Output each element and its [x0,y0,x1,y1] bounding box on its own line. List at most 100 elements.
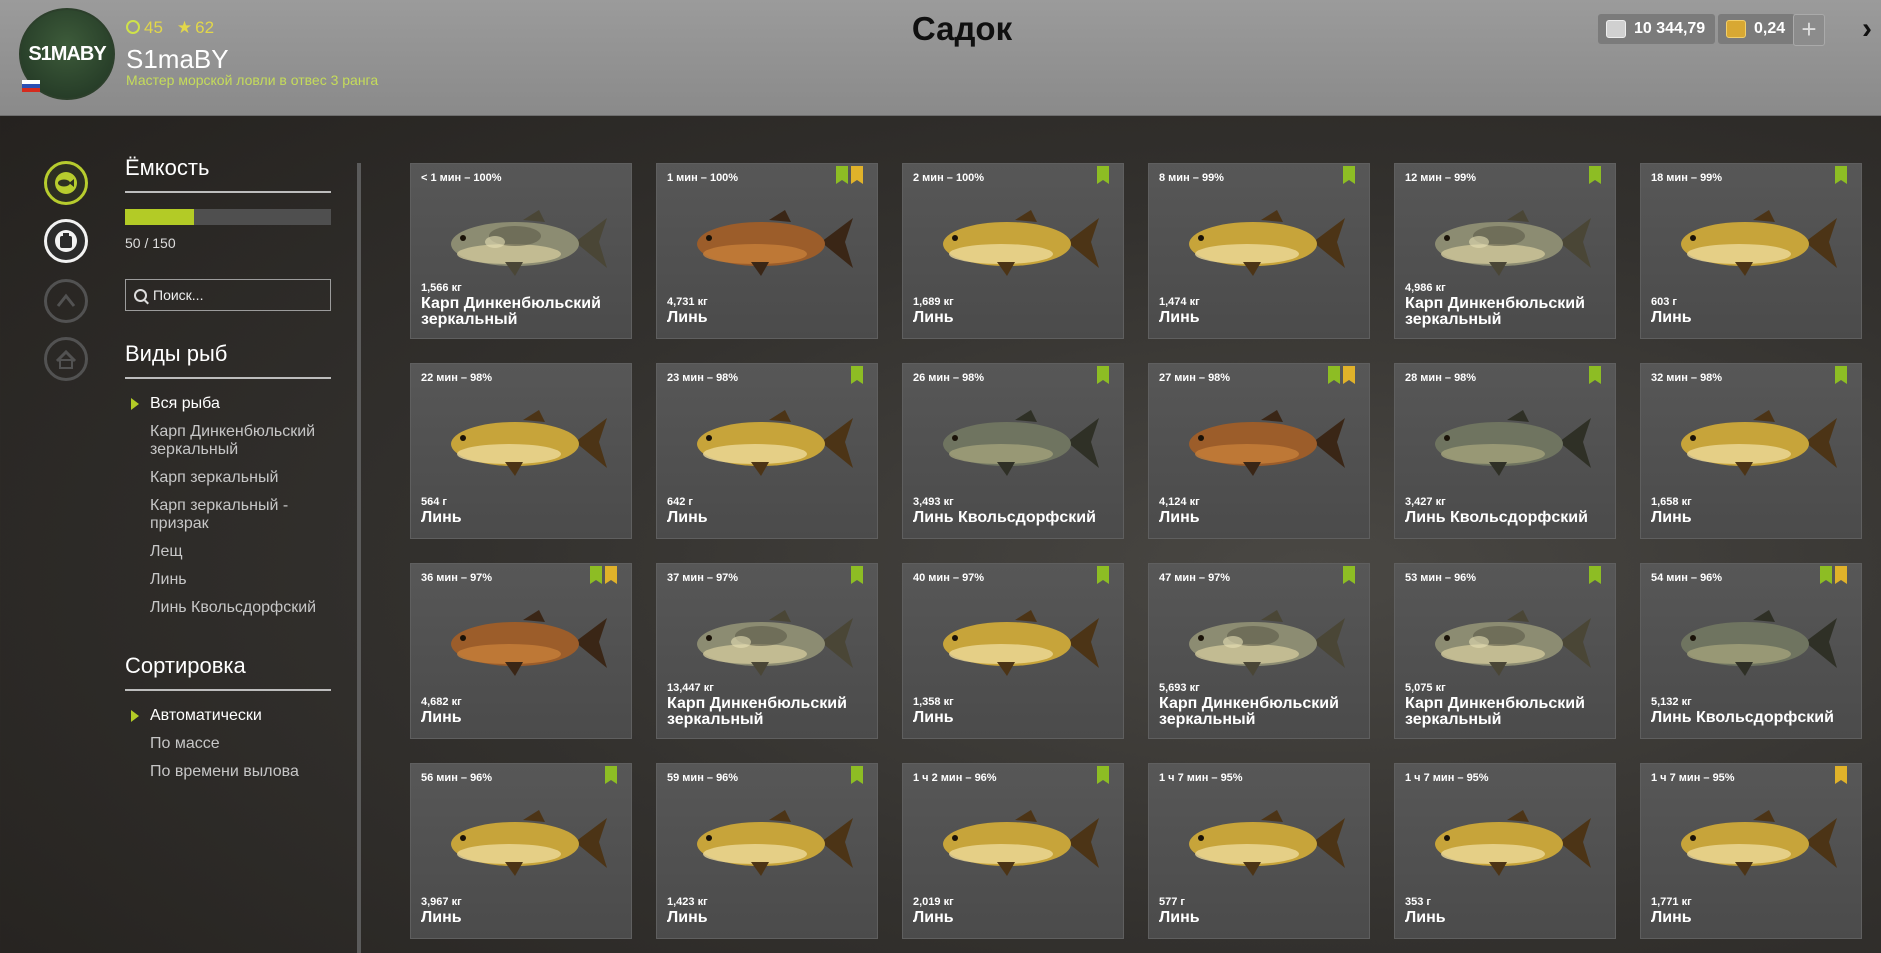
russia-flag-icon [22,80,40,92]
fish-card[interactable]: 23 мин – 98% 642 г Линь [656,363,878,539]
fish-card[interactable]: 54 мин – 96% 5,132 кг Линь Квольсдорфский [1640,563,1862,739]
fish-card[interactable]: 1 ч 2 мин – 96% 2,019 кг Линь [902,763,1124,939]
catch-time: 1 ч 7 мин – 95% [1405,772,1489,784]
badge-group [1835,766,1847,784]
search-placeholder: Поиск... [153,287,204,303]
fish-species: Линь Квольсдорфский [1405,509,1588,526]
species-filter-list: Вся рыба Карп Динкенбюльский зеркальный Ка… [125,395,331,617]
fish-card[interactable]: 36 мин – 97% 4,682 кг Линь [410,563,632,739]
sidebar-scrollbar[interactable] [357,163,361,953]
fish-species: Линь [421,909,462,926]
green-badge-icon [1097,366,1109,384]
badge-group [1589,566,1601,584]
fish-card[interactable]: 37 мин – 97% 13,447 кг Карп Динкенбюльский… [656,563,878,739]
green-badge-icon [1343,566,1355,584]
fish-card[interactable]: 1 ч 7 мин – 95% 1,771 кг Линь [1640,763,1862,939]
species-filter-item[interactable]: Лещ [125,543,331,561]
fish-image [435,802,611,882]
silver-coin-icon [1606,20,1626,38]
fish-weight: 3,427 кг [1405,496,1446,508]
fish-image [927,402,1103,482]
badge-group [851,366,863,384]
species-filter-item[interactable]: Карп зеркальный - призрак [125,497,331,533]
fish-card[interactable]: 1 ч 7 мин – 95% 353 г Линь [1394,763,1616,939]
star-badge-icon [605,566,617,584]
search-input[interactable]: Поиск... [125,279,331,311]
fish-card[interactable]: 18 мин – 99% 603 г Линь [1640,163,1862,339]
fish-weight: 1,771 кг [1651,896,1692,908]
catch-time: 1 ч 7 мин – 95% [1651,772,1735,784]
search-icon [134,288,147,302]
silver-value: 10 344,79 [1634,20,1706,37]
species-filter-item[interactable]: Линь Квольсдорфский [125,599,331,617]
catch-time: 18 мин – 99% [1651,172,1723,184]
fish-image [435,402,611,482]
fish-weight: 1,423 кг [667,896,708,908]
fish-card[interactable]: 47 мин – 97% 5,693 кг Карп Динкенбюльский … [1148,563,1370,739]
upgrade-nav-icon[interactable] [44,279,88,323]
fish-weight: 1,358 кг [913,696,954,708]
capacity-title: Ёмкость [125,155,331,193]
sort-option-list: Автоматически По массе По времени вылова [125,707,331,781]
fish-species: Карп Динкенбюльский зеркальный [667,695,847,728]
fish-card[interactable]: 12 мин – 99% 4,986 кг Карп Динкенбюльский … [1394,163,1616,339]
backpack-nav-icon[interactable] [44,219,88,263]
fish-species: Линь [1405,909,1446,926]
catch-time: 1 мин – 100% [667,172,739,184]
star-badge-icon [851,166,863,184]
fish-image [1665,802,1841,882]
catch-time: 37 мин – 97% [667,572,739,584]
home-nav-icon[interactable] [44,337,88,381]
fish-species: Карп Динкенбюльский зеркальный [1159,695,1339,728]
fish-species: Линь [913,909,954,926]
sort-option-item[interactable]: По массе [125,735,331,753]
fish-card[interactable]: 53 мин – 96% 5,075 кг Карп Динкенбюльский … [1394,563,1616,739]
badge-group [851,566,863,584]
fish-card[interactable]: 56 мин – 96% 3,967 кг Линь [410,763,632,939]
badge-group [1343,566,1355,584]
fish-weight: 3,493 кг [913,496,954,508]
fish-card[interactable]: 28 мин – 98% 3,427 кг Линь Квольсдорфский [1394,363,1616,539]
fish-card[interactable]: 32 мин – 98% 1,658 кг Линь [1640,363,1862,539]
green-badge-icon [851,766,863,784]
sort-option-item[interactable]: Автоматически [125,707,331,725]
species-filter-item[interactable]: Карп зеркальный [125,469,331,487]
fish-weight: 1,689 кг [913,296,954,308]
fish-image [1665,602,1841,682]
fish-weight: 577 г [1159,896,1185,908]
fish-card[interactable]: < 1 мин – 100% 1,566 кг Карп Динкенбюльски… [410,163,632,339]
fish-card[interactable]: 27 мин – 98% 4,124 кг Линь [1148,363,1370,539]
species-filter-item[interactable]: Карп Динкенбюльский зеркальный [125,423,331,459]
fish-image [681,402,857,482]
add-currency-button[interactable]: + [1793,14,1825,46]
green-badge-icon [1343,166,1355,184]
capacity-progress-bar [125,209,331,225]
catch-time: 47 мин – 97% [1159,572,1231,584]
fish-card[interactable]: 2 мин – 100% 1,689 кг Линь [902,163,1124,339]
species-filter-item[interactable]: Вся рыба [125,395,331,413]
fish-card[interactable]: 8 мин – 99% 1,474 кг Линь [1148,163,1370,339]
fish-image [681,202,857,282]
fish-grid: < 1 мин – 100% 1,566 кг Карп Динкенбюльски… [410,163,1865,939]
catch-time: 32 мин – 98% [1651,372,1723,384]
fish-card[interactable]: 59 мин – 96% 1,423 кг Линь [656,763,878,939]
fish-keepnet-nav-icon[interactable] [44,161,88,205]
badge-group [1328,366,1355,384]
species-filter-item[interactable]: Линь [125,571,331,589]
fish-card[interactable]: 1 ч 7 мин – 95% 577 г Линь [1148,763,1370,939]
badge-group [1097,766,1109,784]
star-badge-icon [1835,566,1847,584]
fish-weight: 4,731 кг [667,296,708,308]
fish-species: Линь [1159,309,1200,326]
close-arrow-icon[interactable]: › [1862,12,1872,46]
fish-weight: 603 г [1651,296,1677,308]
fish-species: Линь [1159,509,1200,526]
fish-weight: 564 г [421,496,447,508]
fish-image [1173,202,1349,282]
fish-card[interactable]: 22 мин – 98% 564 г Линь [410,363,632,539]
fish-card[interactable]: 1 мин – 100% 4,731 кг Линь [656,163,878,339]
fish-card[interactable]: 40 мин – 97% 1,358 кг Линь [902,563,1124,739]
sort-option-item[interactable]: По времени вылова [125,763,331,781]
fish-card[interactable]: 26 мин – 98% 3,493 кг Линь Квольсдорфский [902,363,1124,539]
fish-species: Линь Квольсдорфский [913,509,1096,526]
